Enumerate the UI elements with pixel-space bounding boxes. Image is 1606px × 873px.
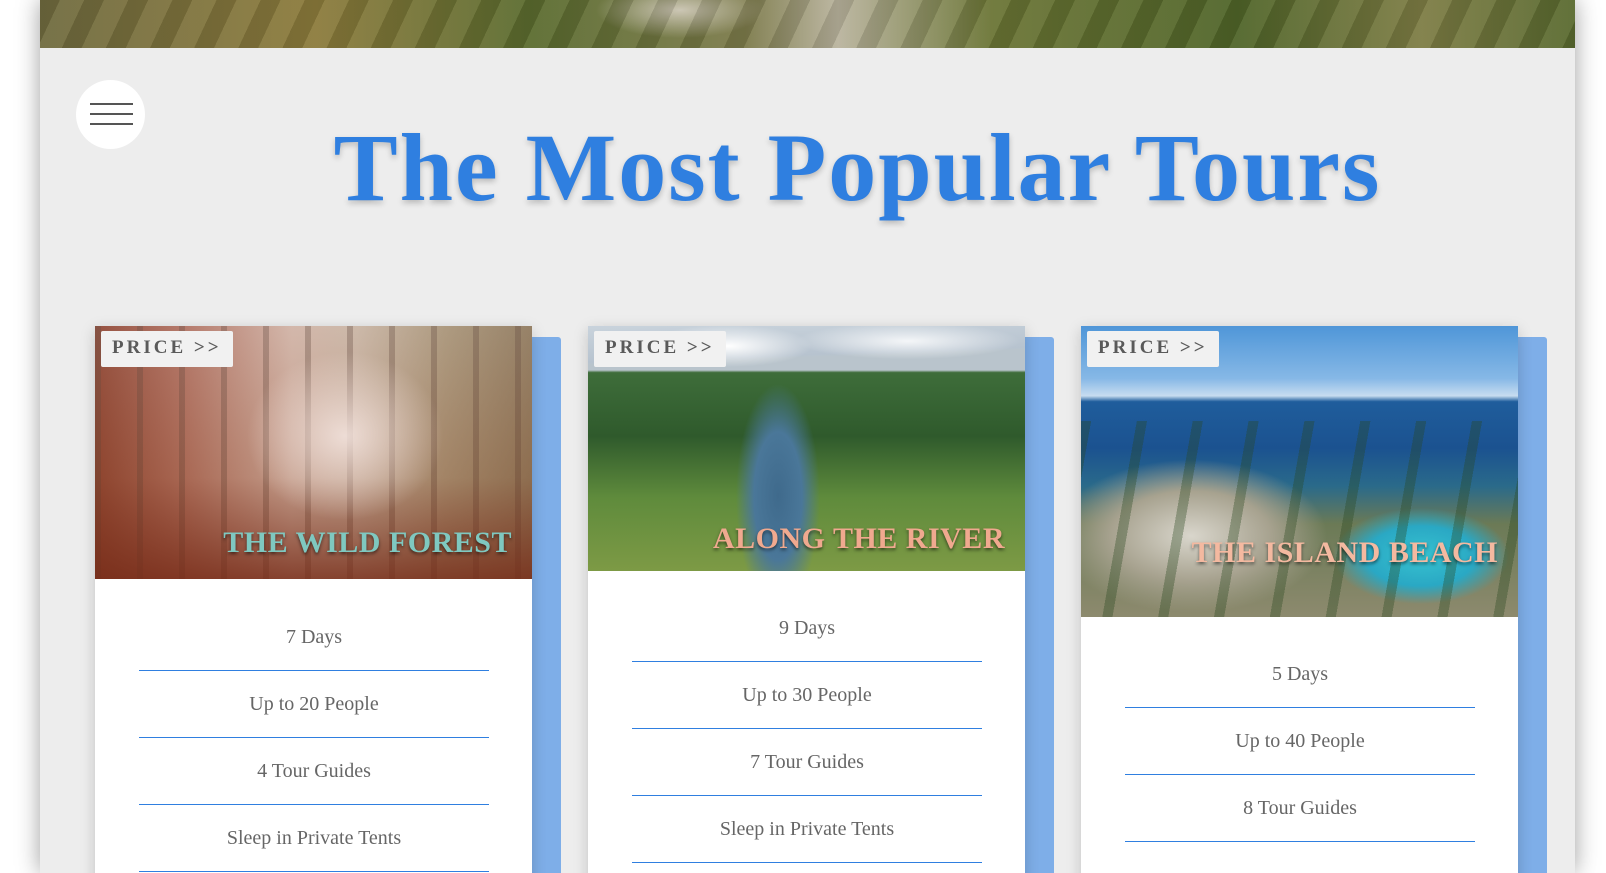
list-item: Up to 40 People <box>1125 708 1475 775</box>
hamburger-menu-icon <box>90 103 133 105</box>
list-item: 9 Days <box>632 595 982 662</box>
page-title: The Most Popular Tours <box>333 114 1382 221</box>
hero-image-texture <box>40 0 1575 48</box>
photo-texture <box>1081 421 1518 617</box>
hero-image <box>40 0 1575 48</box>
tour-card-island-beach: PRICE >> The Island Beach 5 Days Up to 4… <box>1081 326 1547 873</box>
list-item: Sleep in Private Tents <box>139 805 489 872</box>
tour-card-along-river: PRICE >> Along the River 9 Days Up to 30… <box>588 326 1054 873</box>
card-front: PRICE >> Along the River 9 Days Up to 30… <box>588 326 1025 873</box>
tour-name: The Wild Forest <box>223 526 512 559</box>
list-item: 7 Days <box>139 604 489 671</box>
list-item: Sleep in Private Tents <box>632 796 982 863</box>
list-item: Up to 20 People <box>139 671 489 738</box>
tour-name: The Island Beach <box>1191 536 1498 569</box>
list-item: Up to 30 People <box>632 662 982 729</box>
page-container: The Most Popular Tours PRICE >> The Wild… <box>40 0 1575 873</box>
tour-details-list: 9 Days Up to 30 People 7 Tour Guides Sle… <box>632 595 982 863</box>
tour-photo-river: PRICE >> Along the River <box>588 326 1025 571</box>
card-front: PRICE >> The Wild Forest 7 Days Up to 20… <box>95 326 532 873</box>
list-item: 8 Tour Guides <box>1125 775 1475 842</box>
tour-photo-forest: PRICE >> The Wild Forest <box>95 326 532 579</box>
tour-card-wild-forest: PRICE >> The Wild Forest 7 Days Up to 20… <box>95 326 561 873</box>
price-button[interactable]: PRICE >> <box>594 331 726 367</box>
list-item: 7 Tour Guides <box>632 729 982 796</box>
tour-details-list: 5 Days Up to 40 People 8 Tour Guides <box>1125 641 1475 842</box>
price-button[interactable]: PRICE >> <box>1087 331 1219 367</box>
tour-details-list: 7 Days Up to 20 People 4 Tour Guides Sle… <box>139 604 489 872</box>
card-front: PRICE >> The Island Beach 5 Days Up to 4… <box>1081 326 1518 873</box>
list-item: 5 Days <box>1125 641 1475 708</box>
tour-photo-beach: PRICE >> The Island Beach <box>1081 326 1518 617</box>
tour-name: Along the River <box>712 522 1005 555</box>
list-item: 4 Tour Guides <box>139 738 489 805</box>
price-button[interactable]: PRICE >> <box>101 331 233 367</box>
